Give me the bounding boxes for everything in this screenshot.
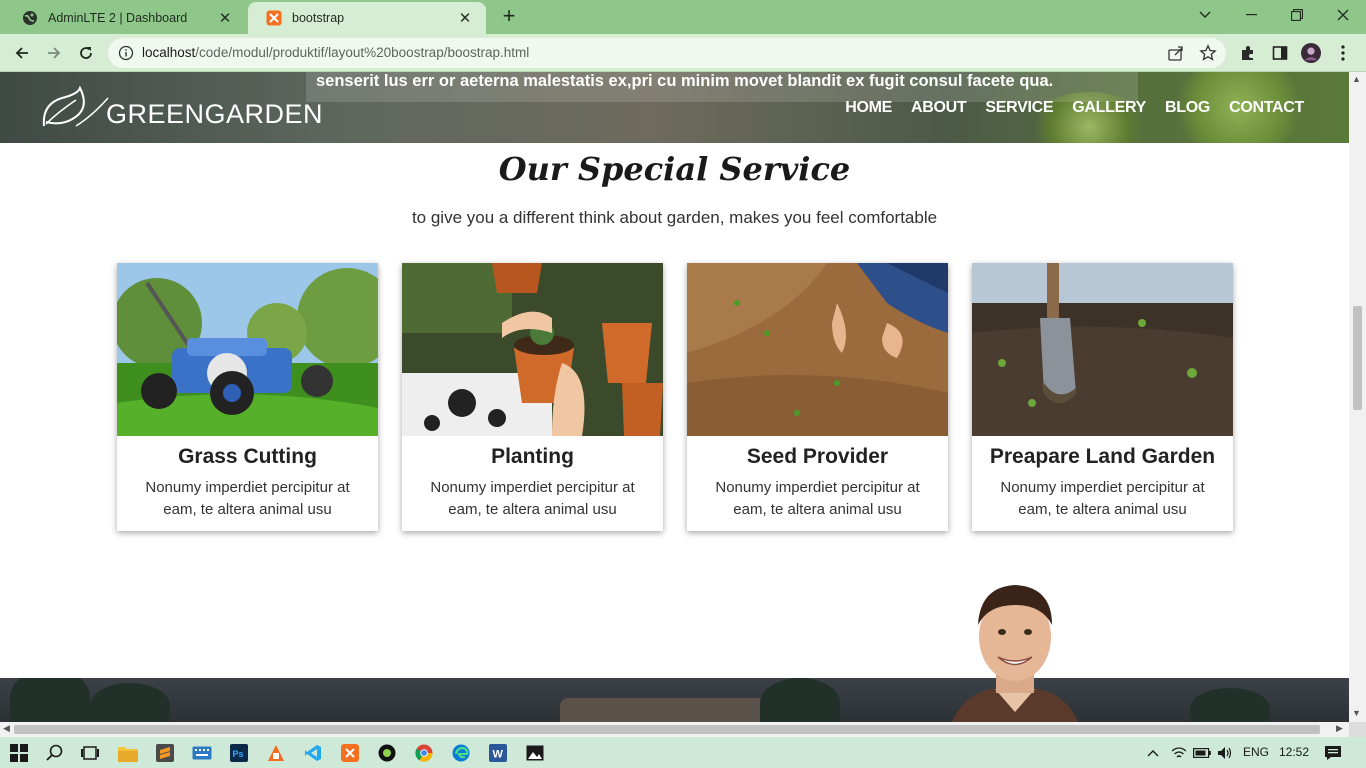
restore-button[interactable] xyxy=(1274,0,1320,30)
forward-button[interactable] xyxy=(41,40,67,66)
service-title: Grass Cutting xyxy=(178,445,317,468)
svg-text:Ps: Ps xyxy=(233,749,244,759)
nav-blog[interactable]: BLOG xyxy=(1165,99,1210,117)
section-title: Our Special Service xyxy=(498,150,851,188)
service-text: Nonumy imperdiet percipitur at eam, te a… xyxy=(145,479,350,518)
globe-icon xyxy=(22,10,38,26)
tab-label: bootstrap xyxy=(292,11,345,25)
section-subtitle: to give you a different think about gard… xyxy=(411,208,938,227)
vscode-icon[interactable] xyxy=(302,742,324,764)
soil-seeding-photo xyxy=(687,263,948,436)
inkscape-icon[interactable] xyxy=(376,742,398,764)
tray-expand-chevron-icon[interactable] xyxy=(1142,742,1164,764)
scroll-up-arrow-icon[interactable]: ▲ xyxy=(1352,74,1361,84)
tab-adminlte[interactable]: AdminLTE 2 | Dashboard ✕ xyxy=(4,2,246,34)
service-title: Preapare Land Garden xyxy=(989,445,1216,468)
back-button[interactable] xyxy=(9,40,35,66)
horizontal-scroll-thumb[interactable] xyxy=(14,725,1320,734)
keyboard-icon[interactable] xyxy=(191,742,213,764)
extensions-icon[interactable] xyxy=(1238,43,1258,63)
windows-taskbar: Ps W ENG 12:52 xyxy=(0,737,1366,768)
close-tab-icon[interactable]: ✕ xyxy=(216,9,234,27)
service-title: Seed Provider xyxy=(746,445,889,468)
service-title: Planting xyxy=(491,445,574,468)
new-tab-button[interactable]: + xyxy=(498,5,520,28)
photos-icon[interactable] xyxy=(524,742,546,764)
potted-plant-photo xyxy=(402,263,663,436)
vertical-scroll-thumb[interactable] xyxy=(1353,306,1362,410)
vertical-scrollbar[interactable]: ▲ ▼ xyxy=(1349,72,1366,722)
file-explorer-icon[interactable] xyxy=(117,742,139,764)
network-icon[interactable] xyxy=(1168,742,1190,764)
scroll-down-arrow-icon[interactable]: ▼ xyxy=(1352,708,1361,718)
service-card-prepare-land[interactable]: Preapare Land Garden Nonumy imperdiet pe… xyxy=(972,263,1233,531)
sublime-text-icon[interactable] xyxy=(154,742,176,764)
site-logo[interactable]: GREENGARDEN xyxy=(40,86,324,129)
gardener-photo xyxy=(951,585,1079,722)
battery-icon[interactable] xyxy=(1191,742,1213,764)
address-bar[interactable]: localhost/code/modul/produktif/layout%20… xyxy=(108,38,1226,68)
logo-text: GREENGARDEN xyxy=(106,99,324,129)
service-card-planting[interactable]: Planting Nonumy imperdiet percipitur at … xyxy=(402,263,663,531)
close-window-button[interactable] xyxy=(1320,0,1366,30)
next-section-banner xyxy=(0,678,1349,722)
browser-toolbar: localhost/code/modul/produktif/layout%20… xyxy=(0,34,1366,72)
garden-spade-photo xyxy=(972,263,1233,436)
lawn-mower-photo xyxy=(117,263,378,436)
app-shape-icon[interactable] xyxy=(265,742,287,764)
share-icon[interactable] xyxy=(1167,44,1185,62)
profile-avatar[interactable] xyxy=(1301,43,1321,63)
tab-bootstrap[interactable]: bootstrap ✕ xyxy=(248,2,486,34)
service-card-seed-provider[interactable]: Seed Provider Nonumy imperdiet percipitu… xyxy=(687,263,948,531)
edge-icon[interactable] xyxy=(450,742,472,764)
photoshop-icon[interactable]: Ps xyxy=(228,742,250,764)
clock[interactable]: 12:52 xyxy=(1279,745,1309,759)
tab-search-chevron-icon[interactable] xyxy=(1182,0,1228,30)
horizontal-scrollbar[interactable]: ◀ ▶ xyxy=(0,722,1349,737)
side-panel-icon[interactable] xyxy=(1270,43,1290,63)
site-header: senserit lus err or aeterna malestatis e… xyxy=(0,72,1349,143)
page-viewport: senserit lus err or aeterna malestatis e… xyxy=(0,72,1349,722)
chrome-icon[interactable] xyxy=(413,742,435,764)
service-text: Nonumy imperdiet percipitur at eam, te a… xyxy=(715,479,920,518)
browser-tabstrip: AdminLTE 2 | Dashboard ✕ bootstrap ✕ + xyxy=(0,0,1366,34)
nav-gallery[interactable]: GALLERY xyxy=(1072,99,1146,117)
search-icon[interactable] xyxy=(44,742,66,764)
notifications-icon[interactable] xyxy=(1322,742,1344,764)
tab-label: AdminLTE 2 | Dashboard xyxy=(48,11,188,25)
browser-menu-icon[interactable] xyxy=(1333,43,1353,63)
nav-about[interactable]: ABOUT xyxy=(911,99,967,117)
url-text[interactable]: localhost/code/modul/produktif/layout%20… xyxy=(142,45,529,60)
xampp-icon xyxy=(266,10,282,26)
volume-icon[interactable] xyxy=(1214,742,1236,764)
main-nav: HOME ABOUT SERVICE GALLERY BLOG CONTACT xyxy=(845,99,1304,117)
task-view-icon[interactable] xyxy=(79,742,101,764)
xampp-taskbar-icon[interactable] xyxy=(339,742,361,764)
word-icon[interactable]: W xyxy=(487,742,509,764)
minimize-button[interactable] xyxy=(1228,0,1274,30)
bookmark-star-icon[interactable] xyxy=(1199,44,1217,62)
scroll-left-arrow-icon[interactable]: ◀ xyxy=(3,723,10,734)
scroll-right-arrow-icon[interactable]: ▶ xyxy=(1336,723,1343,734)
nav-contact[interactable]: CONTACT xyxy=(1229,99,1304,117)
leaf-logo-icon xyxy=(42,86,109,127)
service-text: Nonumy imperdiet percipitur at eam, te a… xyxy=(430,479,635,518)
site-info-icon[interactable] xyxy=(118,45,134,61)
service-card-grass-cutting[interactable]: Grass Cutting Nonumy imperdiet percipitu… xyxy=(117,263,378,531)
nav-home[interactable]: HOME xyxy=(845,99,892,117)
language-indicator[interactable]: ENG xyxy=(1243,745,1269,759)
nav-service[interactable]: SERVICE xyxy=(985,99,1053,117)
reload-button[interactable] xyxy=(73,40,99,66)
windows-start-icon[interactable] xyxy=(8,742,30,764)
service-text: Nonumy imperdiet percipitur at eam, te a… xyxy=(1000,479,1205,518)
hero-overlay-text: senserit lus err or aeterna malestatis e… xyxy=(316,72,1054,90)
svg-text:W: W xyxy=(493,749,504,761)
close-tab-icon[interactable]: ✕ xyxy=(456,9,474,27)
